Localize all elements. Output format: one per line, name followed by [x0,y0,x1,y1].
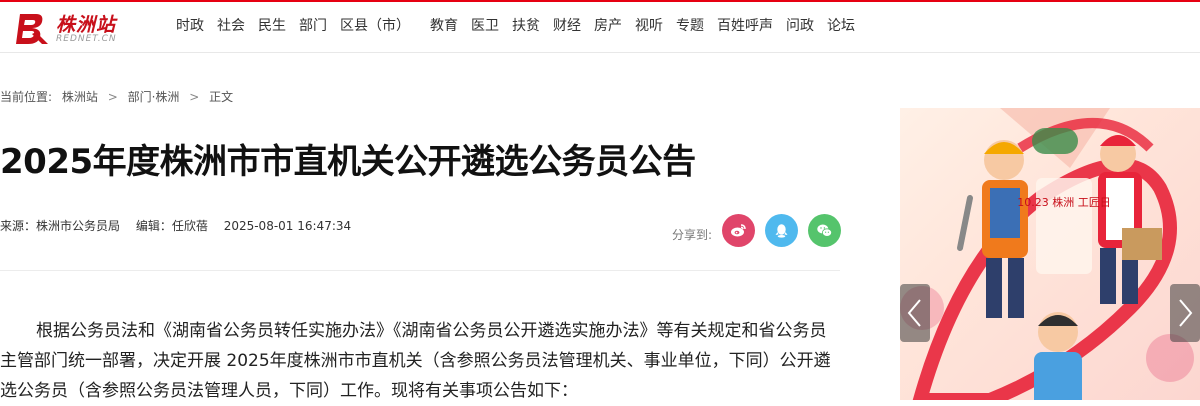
breadcrumb-current: 正文 [209,90,234,104]
article-source: 来源：株洲市公务员局 [0,219,121,233]
nav-item[interactable]: 百姓呼声 [717,16,773,38]
article-paragraph: 根据公务员法和《湖南省公务员转任实施办法》《湖南省公务员公开遴选实施办法》等有关… [0,321,831,401]
qq-icon [775,224,788,238]
nav-item[interactable]: 教育 [430,16,458,38]
nav-item[interactable]: 区县（市） [340,16,410,38]
main-nav: 时政 社会 民生 部门 区县（市） 教育 医卫 扶贫 财经 房产 视听 专题 百姓呼声 问政 论坛 [176,16,868,38]
banner-prev-button[interactable] [900,284,930,342]
banner-stamp-text: 10.23 株洲 工匠日 [1017,195,1110,209]
nav-item[interactable]: 社会 [217,16,245,38]
article-meta: 来源：株洲市公务员局 编辑：任欣蓓 2025-08-01 16:47:34 [0,217,363,234]
chevron-left-icon [907,299,921,327]
breadcrumb-separator: > [189,90,200,104]
site-header: 株洲站 REDNET.CN 时政 社会 民生 部门 区县（市） 教育 医卫 扶贫 财经 房产 视听专… [0,2,1200,53]
nav-item[interactable]: 时政 [176,16,204,38]
promo-banner[interactable]: 10.23 株洲 工匠日 [900,108,1200,400]
breadcrumb: 当前位置: 株洲站 > 部门·株洲 > 正文 [0,88,239,105]
article-time: 2025-08-01 16:47:34 [223,219,352,233]
chevron-right-icon [1179,299,1193,327]
logo-mark-icon [16,14,48,44]
wechat-icon [817,224,832,237]
share-qq-button[interactable] [765,214,798,247]
banner-illustration: 10.23 株洲 工匠日 [900,108,1194,400]
article-title: 2025年度株洲市市直机关公开遴选公务员公告 [0,142,696,182]
nav-item[interactable]: 论坛 [827,16,855,38]
logo-text: 株洲站 [56,14,117,36]
article-body: 根据公务员法和《湖南省公务员转任实施办法》《湖南省公务员公开遴选实施办法》等有关… [0,316,842,406]
nav-item[interactable]: 部门 [299,16,327,38]
meta-divider [0,270,840,271]
breadcrumb-separator: > [107,90,118,104]
nav-item[interactable]: 民生 [258,16,286,38]
nav-item[interactable]: 房产 [594,16,622,38]
nav-item[interactable]: 问政 [786,16,814,38]
site-logo[interactable]: 株洲站 REDNET.CN [14,10,134,46]
nav-item[interactable]: 扶贫 [512,16,540,38]
share-label: 分享到: [672,228,713,242]
breadcrumb-label: 当前位置: [0,90,53,104]
share-weibo-button[interactable] [722,214,755,247]
breadcrumb-home[interactable]: 株洲站 [62,90,98,104]
nav-item[interactable]: 视听 [635,16,663,38]
share-wechat-button[interactable] [808,214,841,247]
weibo-icon [731,224,746,237]
nav-item[interactable]: 专题 [676,16,704,38]
banner-next-button[interactable] [1170,284,1200,342]
breadcrumb-section[interactable]: 部门·株洲 [128,90,180,104]
logo-subtext: REDNET.CN [56,34,117,44]
article-editor: 编辑：任欣蓓 [135,219,208,233]
nav-item[interactable]: 医卫 [471,16,499,38]
nav-item[interactable]: 财经 [553,16,581,38]
